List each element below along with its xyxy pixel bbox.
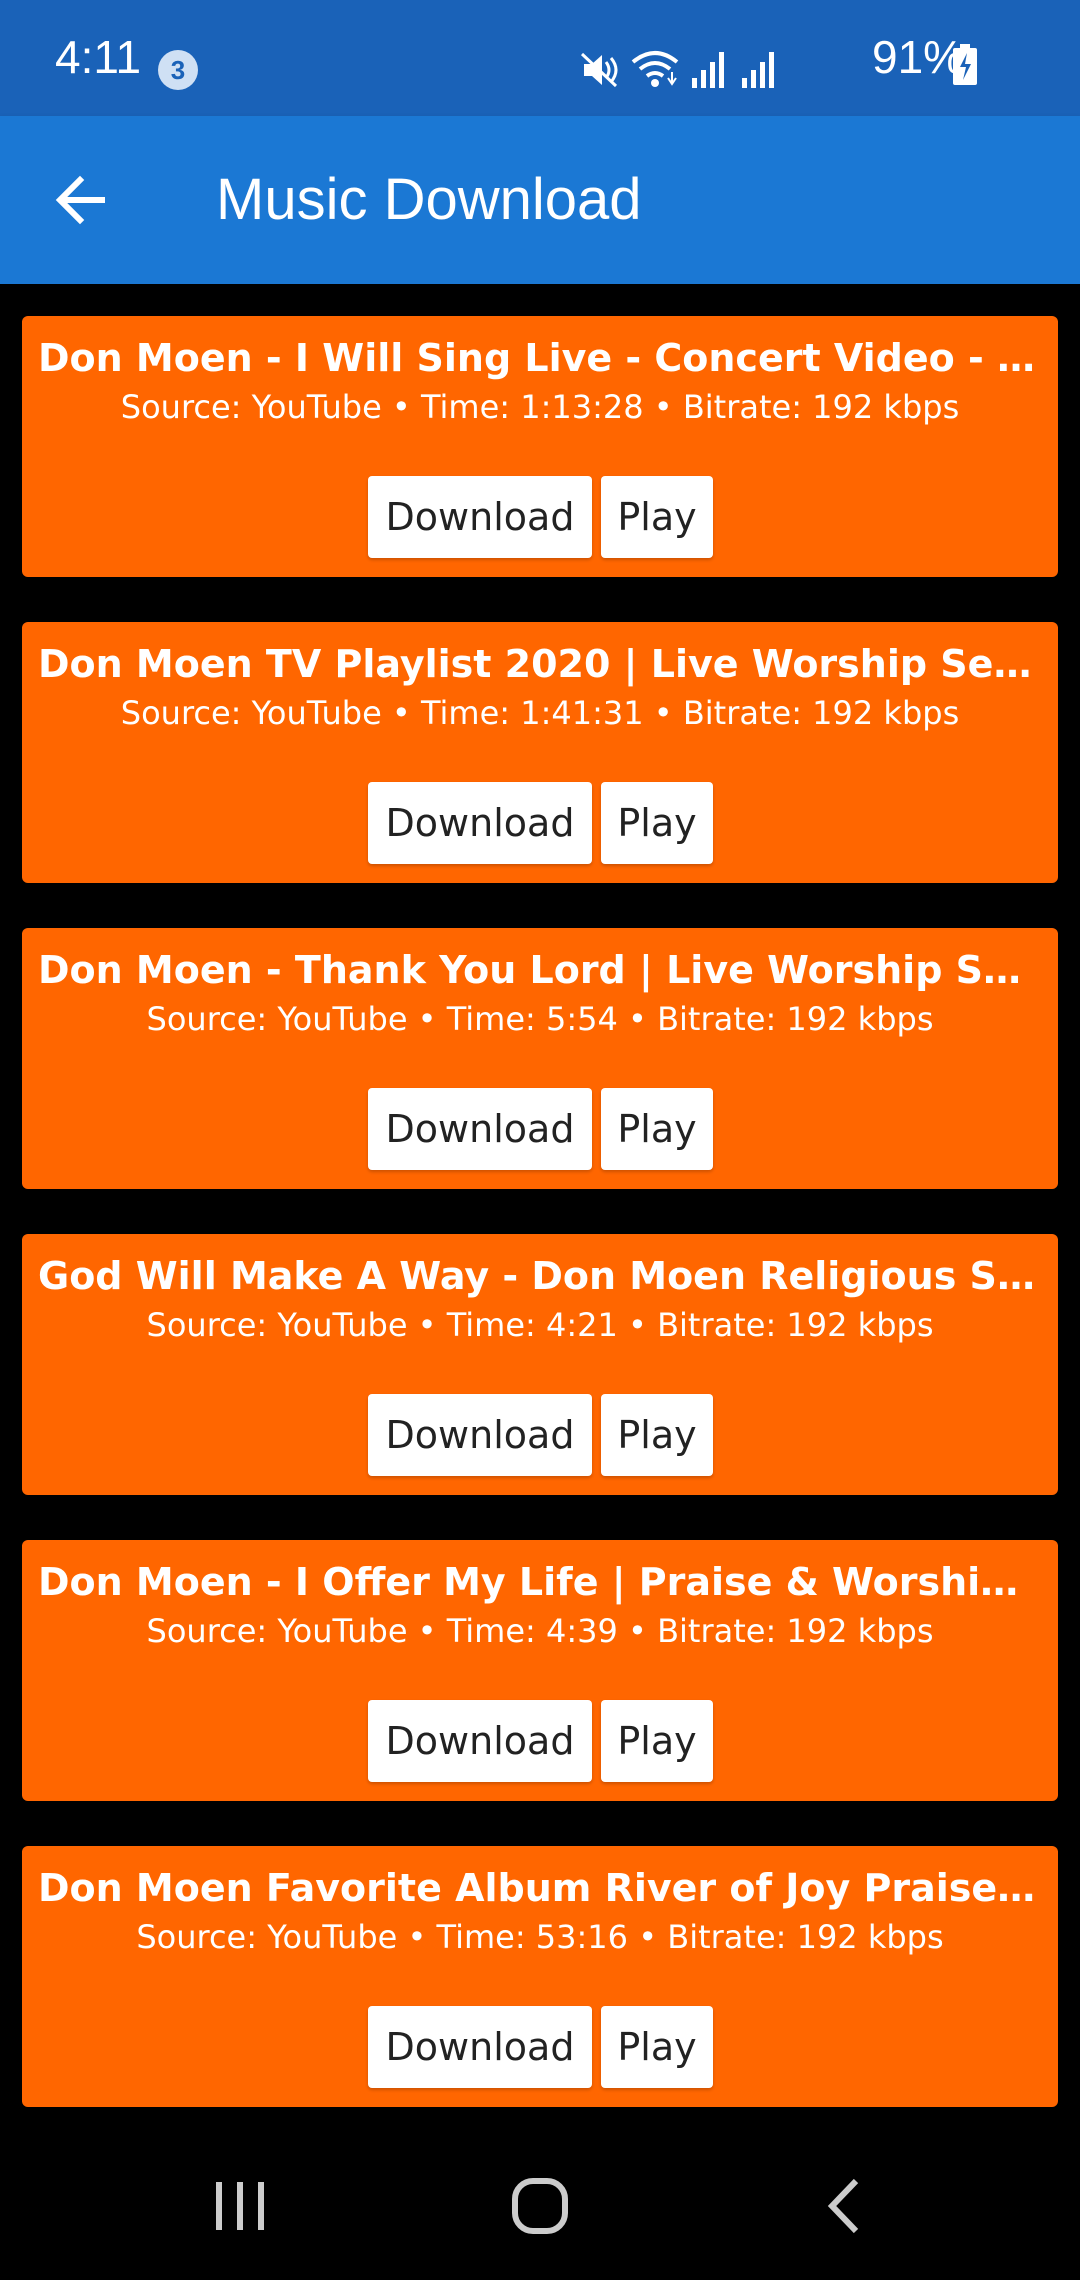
list-item: Don Moen - I Offer My Life | Praise & Wo… [22, 1540, 1058, 1801]
battery-percentage: 91% [872, 31, 965, 83]
track-title: God Will Make A Way - Don Moen Religious… [38, 1254, 1042, 1298]
track-meta: Source: YouTube • Time: 4:21 • Bitrate: … [146, 1306, 934, 1344]
signal-icon [692, 52, 724, 88]
track-meta: Source: YouTube • Time: 4:39 • Bitrate: … [146, 1612, 934, 1650]
signal-icon-2 [742, 52, 774, 88]
play-button[interactable]: Play [601, 1088, 713, 1170]
download-button[interactable]: Download [368, 476, 592, 558]
track-title: Don Moen - I Will Sing Live - Concert Vi… [38, 336, 1042, 380]
track-title: Don Moen TV Playlist 2020 | Live Worship… [38, 642, 1042, 686]
track-meta: Source: YouTube • Time: 5:54 • Bitrate: … [146, 1000, 934, 1038]
back-icon[interactable] [820, 2176, 870, 2236]
track-title: Don Moen - I Offer My Life | Praise & Wo… [38, 1560, 1042, 1604]
track-title: Don Moen - Thank You Lord | Live Worship… [38, 948, 1042, 992]
mute-icon [580, 52, 618, 88]
play-button[interactable]: Play [601, 1700, 713, 1782]
home-icon[interactable] [510, 2176, 570, 2236]
play-button[interactable]: Play [601, 1394, 713, 1476]
download-button[interactable]: Download [368, 1700, 592, 1782]
play-button[interactable]: Play [601, 782, 713, 864]
download-button[interactable]: Download [368, 1088, 592, 1170]
track-meta: Source: YouTube • Time: 53:16 • Bitrate:… [136, 1918, 944, 1956]
download-button[interactable]: Download [368, 1394, 592, 1476]
track-meta: Source: YouTube • Time: 1:41:31 • Bitrat… [120, 694, 960, 732]
status-bar: 4:11 3 91% [0, 0, 1080, 116]
track-meta: Source: YouTube • Time: 1:13:28 • Bitrat… [120, 388, 960, 426]
recent-apps-icon[interactable] [210, 2178, 270, 2234]
notification-count-badge: 3 [158, 50, 198, 90]
arrow-left-icon[interactable] [52, 170, 112, 230]
list-item: God Will Make A Way - Don Moen Religious… [22, 1234, 1058, 1495]
wifi-icon [631, 51, 679, 87]
status-time: 4:11 [55, 31, 142, 83]
navigation-bar [0, 2120, 1080, 2280]
download-button[interactable]: Download [368, 2006, 592, 2088]
list-item: Don Moen - Thank You Lord | Live Worship… [22, 928, 1058, 1189]
track-title: Don Moen Favorite Album River of Joy Pra… [38, 1866, 1042, 1910]
list-item: Don Moen TV Playlist 2020 | Live Worship… [22, 622, 1058, 883]
play-button[interactable]: Play [601, 476, 713, 558]
battery-charging-icon [953, 44, 977, 85]
status-icons: 91% [580, 34, 1080, 94]
play-button[interactable]: Play [601, 2006, 713, 2088]
page-title: Music Download [216, 167, 642, 232]
list-item: Don Moen - I Will Sing Live - Concert Vi… [22, 316, 1058, 577]
list-item: Don Moen Favorite Album River of Joy Pra… [22, 1846, 1058, 2107]
download-button[interactable]: Download [368, 782, 592, 864]
